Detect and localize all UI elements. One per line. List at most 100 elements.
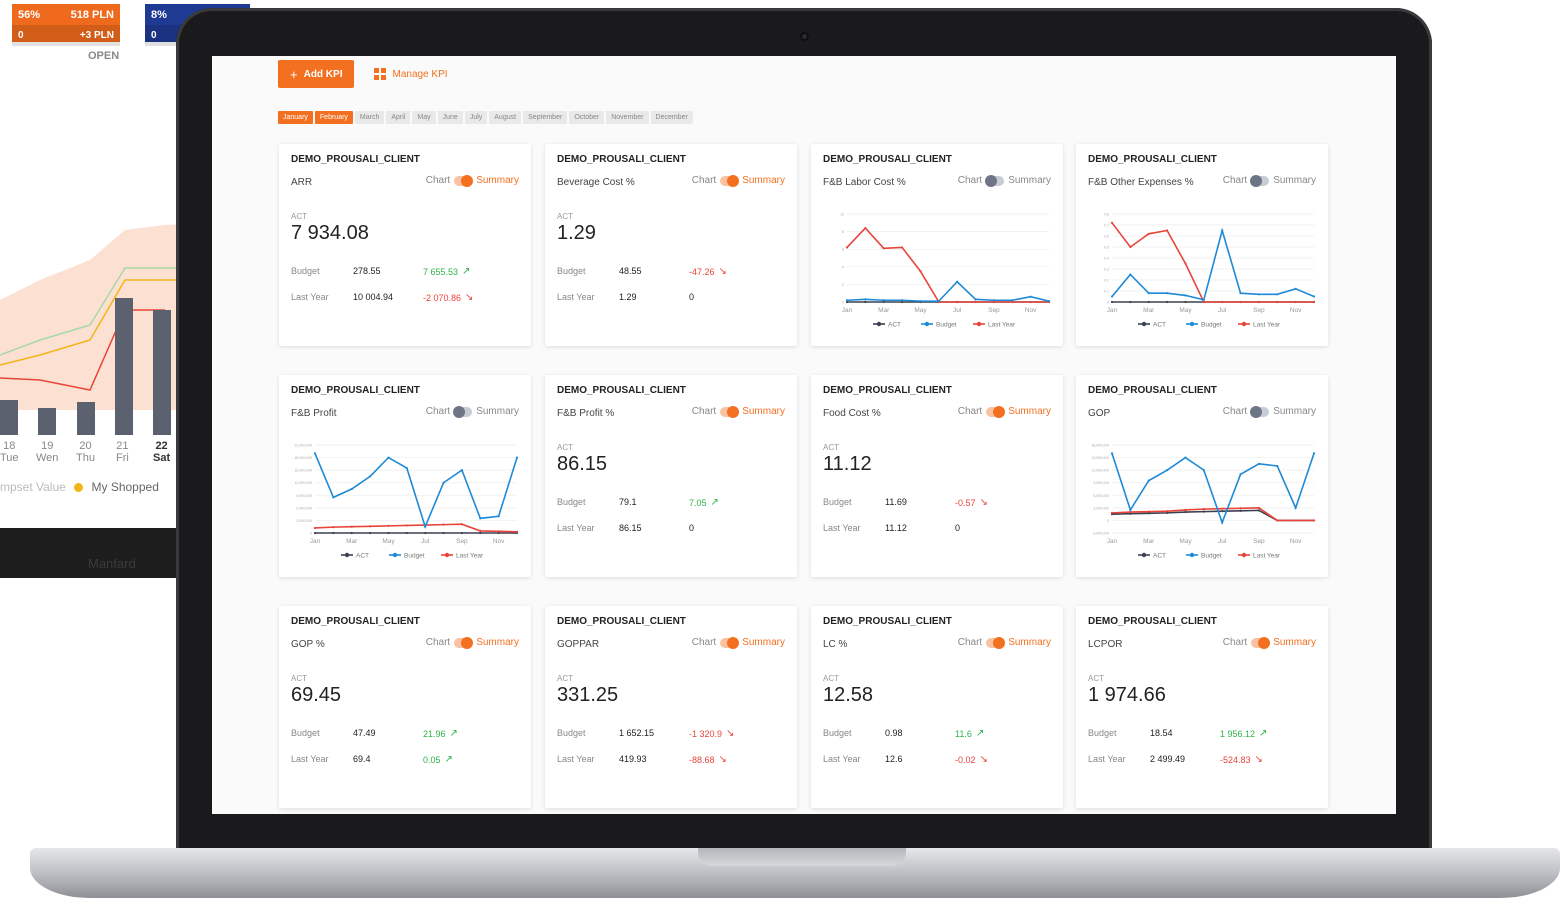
- chart-label: Chart: [425, 637, 451, 648]
- series-point-last-year: [1110, 221, 1114, 224]
- chart-summary-switch[interactable]: Chart Summary: [1222, 636, 1316, 649]
- manage-kpi-button[interactable]: Manage KPI: [374, 68, 448, 80]
- last-year-label: Last Year: [823, 523, 861, 533]
- x-tick-label: Jan: [1107, 538, 1118, 545]
- chart-summary-switch[interactable]: Chart Summary: [957, 405, 1051, 418]
- y-tick-label: 12,000,000: [1091, 469, 1109, 473]
- toggle-switch[interactable]: [986, 405, 1006, 418]
- series-point-budget: [1221, 229, 1224, 232]
- kpi-card: DEMO_PROUSALI_CLIENT GOPPAR Chart Summar…: [545, 606, 797, 808]
- series-line-budget: [314, 453, 518, 530]
- month-chip-february[interactable]: February: [314, 111, 353, 124]
- kpi-name: F&B Other Expenses %: [1088, 177, 1194, 188]
- chart-summary-switch[interactable]: Chart Summary: [958, 636, 1051, 649]
- x-tick-label: Nov: [1025, 307, 1037, 314]
- month-chip-september[interactable]: September: [523, 111, 568, 124]
- month-chip-november[interactable]: November: [606, 111, 649, 124]
- month-chip-december[interactable]: December: [650, 111, 693, 124]
- act-label: ACT: [557, 443, 573, 452]
- chart-label: Chart: [425, 175, 451, 186]
- last-year-value: 69.4: [353, 754, 371, 764]
- toggle-switch[interactable]: [1251, 636, 1271, 649]
- chart-label: Chart: [1222, 637, 1248, 648]
- month-chip-october[interactable]: October: [569, 111, 605, 124]
- toggle-switch[interactable]: [1250, 405, 1270, 418]
- y-tick-label: 0.1: [1104, 290, 1109, 294]
- chart-summary-switch[interactable]: Chart Summary: [426, 405, 519, 418]
- y-tick-label: 9,000,000: [1093, 481, 1109, 485]
- series-point-budget: [497, 515, 500, 518]
- series-point-last-year: [845, 246, 849, 249]
- series-point-act: [1165, 300, 1169, 304]
- kpi-name: F&B Profit %: [557, 408, 615, 419]
- kpi-card: DEMO_PROUSALI_CLIENT F&B Other Expenses …: [1076, 144, 1328, 346]
- chart-label: Chart: [957, 406, 983, 417]
- last-year-label: Last Year: [557, 754, 595, 764]
- series-point-last-year: [1029, 300, 1032, 304]
- x-tick-label: Jul: [1218, 538, 1227, 545]
- y-tick-label: 18,000,000: [1091, 444, 1109, 448]
- last-year-delta: 0.05 ↗: [423, 754, 453, 765]
- toggle-switch[interactable]: [454, 636, 474, 649]
- legend-dot-icon: [1189, 321, 1195, 327]
- month-chip-april[interactable]: April: [386, 111, 411, 124]
- summary-label: Summary: [1273, 406, 1316, 417]
- series-point-budget: [864, 298, 867, 301]
- month-chip-june[interactable]: June: [437, 111, 463, 124]
- bg-day-name: Sat: [153, 452, 171, 464]
- chart-summary-switch[interactable]: Chart Summary: [425, 636, 519, 649]
- month-chip-january[interactable]: January: [278, 111, 313, 124]
- kpi-name: F&B Profit: [291, 408, 337, 419]
- toggle-switch[interactable]: [720, 636, 740, 649]
- y-tick-label: 12,000,000: [294, 481, 312, 485]
- last-year-value: 2 499.49: [1150, 754, 1186, 764]
- series-point-budget: [424, 525, 427, 528]
- kpi-card: DEMO_PROUSALI_CLIENT LCPOR Chart Summary…: [1076, 606, 1328, 808]
- last-year-delta-value: -2 070.86: [423, 292, 462, 303]
- kpi-card: DEMO_PROUSALI_CLIENT GOP Chart Summary 1…: [1076, 375, 1328, 577]
- series-line-last-year: [314, 523, 518, 533]
- series-point-budget: [1257, 462, 1261, 465]
- y-tick-label: 6: [842, 248, 844, 252]
- series-point-budget: [1047, 300, 1051, 303]
- series-point-budget: [900, 299, 904, 302]
- bg-tile-count: 0: [18, 30, 24, 41]
- budget-delta: 7 655.53 ↗: [423, 266, 470, 277]
- toggle-switch[interactable]: [720, 405, 740, 418]
- kpi-name: ARR: [291, 177, 313, 188]
- month-chip-august[interactable]: August: [489, 111, 522, 124]
- toggle-switch[interactable]: [985, 174, 1005, 187]
- month-chip-may[interactable]: May: [412, 111, 436, 124]
- month-chip-july[interactable]: July: [464, 111, 488, 124]
- chart-summary-switch[interactable]: Chart Summary: [692, 636, 785, 649]
- series-point-last-year: [350, 525, 353, 528]
- kpi-card: DEMO_PROUSALI_CLIENT Beverage Cost % Cha…: [545, 144, 797, 346]
- series-point-budget: [460, 469, 464, 472]
- laptop-screen: + Add KPI Manage KPI January February Marc…: [212, 56, 1396, 814]
- chart-summary-switch[interactable]: Chart Summary: [692, 405, 785, 418]
- month-chip-march[interactable]: March: [354, 111, 385, 124]
- series-point-last-year: [1312, 519, 1316, 522]
- chart-summary-switch[interactable]: Chart Summary: [958, 174, 1051, 187]
- chart-summary-switch[interactable]: Chart Summary: [425, 174, 519, 187]
- add-kpi-button[interactable]: + Add KPI: [278, 60, 355, 88]
- budget-value: 1 652.15: [619, 728, 655, 738]
- last-year-delta-value: 0: [689, 292, 695, 302]
- series-point-last-year: [368, 525, 372, 528]
- x-tick-label: Sep: [1253, 307, 1265, 314]
- y-tick-label: 3,000,000: [296, 519, 312, 523]
- chart-summary-switch[interactable]: Chart Summary: [1223, 405, 1316, 418]
- toggle-switch[interactable]: [454, 174, 474, 187]
- toggle-switch[interactable]: [1250, 174, 1270, 187]
- chart-summary-switch[interactable]: Chart Summary: [1223, 174, 1316, 187]
- toggle-switch[interactable]: [453, 405, 473, 418]
- chart-summary-switch[interactable]: Chart Summary: [692, 174, 785, 187]
- y-tick-label: 0.2: [1104, 279, 1109, 283]
- summary-label: Summary: [476, 406, 519, 417]
- series-line-budget: [1111, 227, 1315, 301]
- bg-tile-count: 0: [151, 30, 157, 41]
- legend-label: ACT: [356, 553, 369, 560]
- legend-dot-icon: [976, 321, 982, 327]
- toggle-switch[interactable]: [720, 174, 740, 187]
- toggle-switch[interactable]: [986, 636, 1006, 649]
